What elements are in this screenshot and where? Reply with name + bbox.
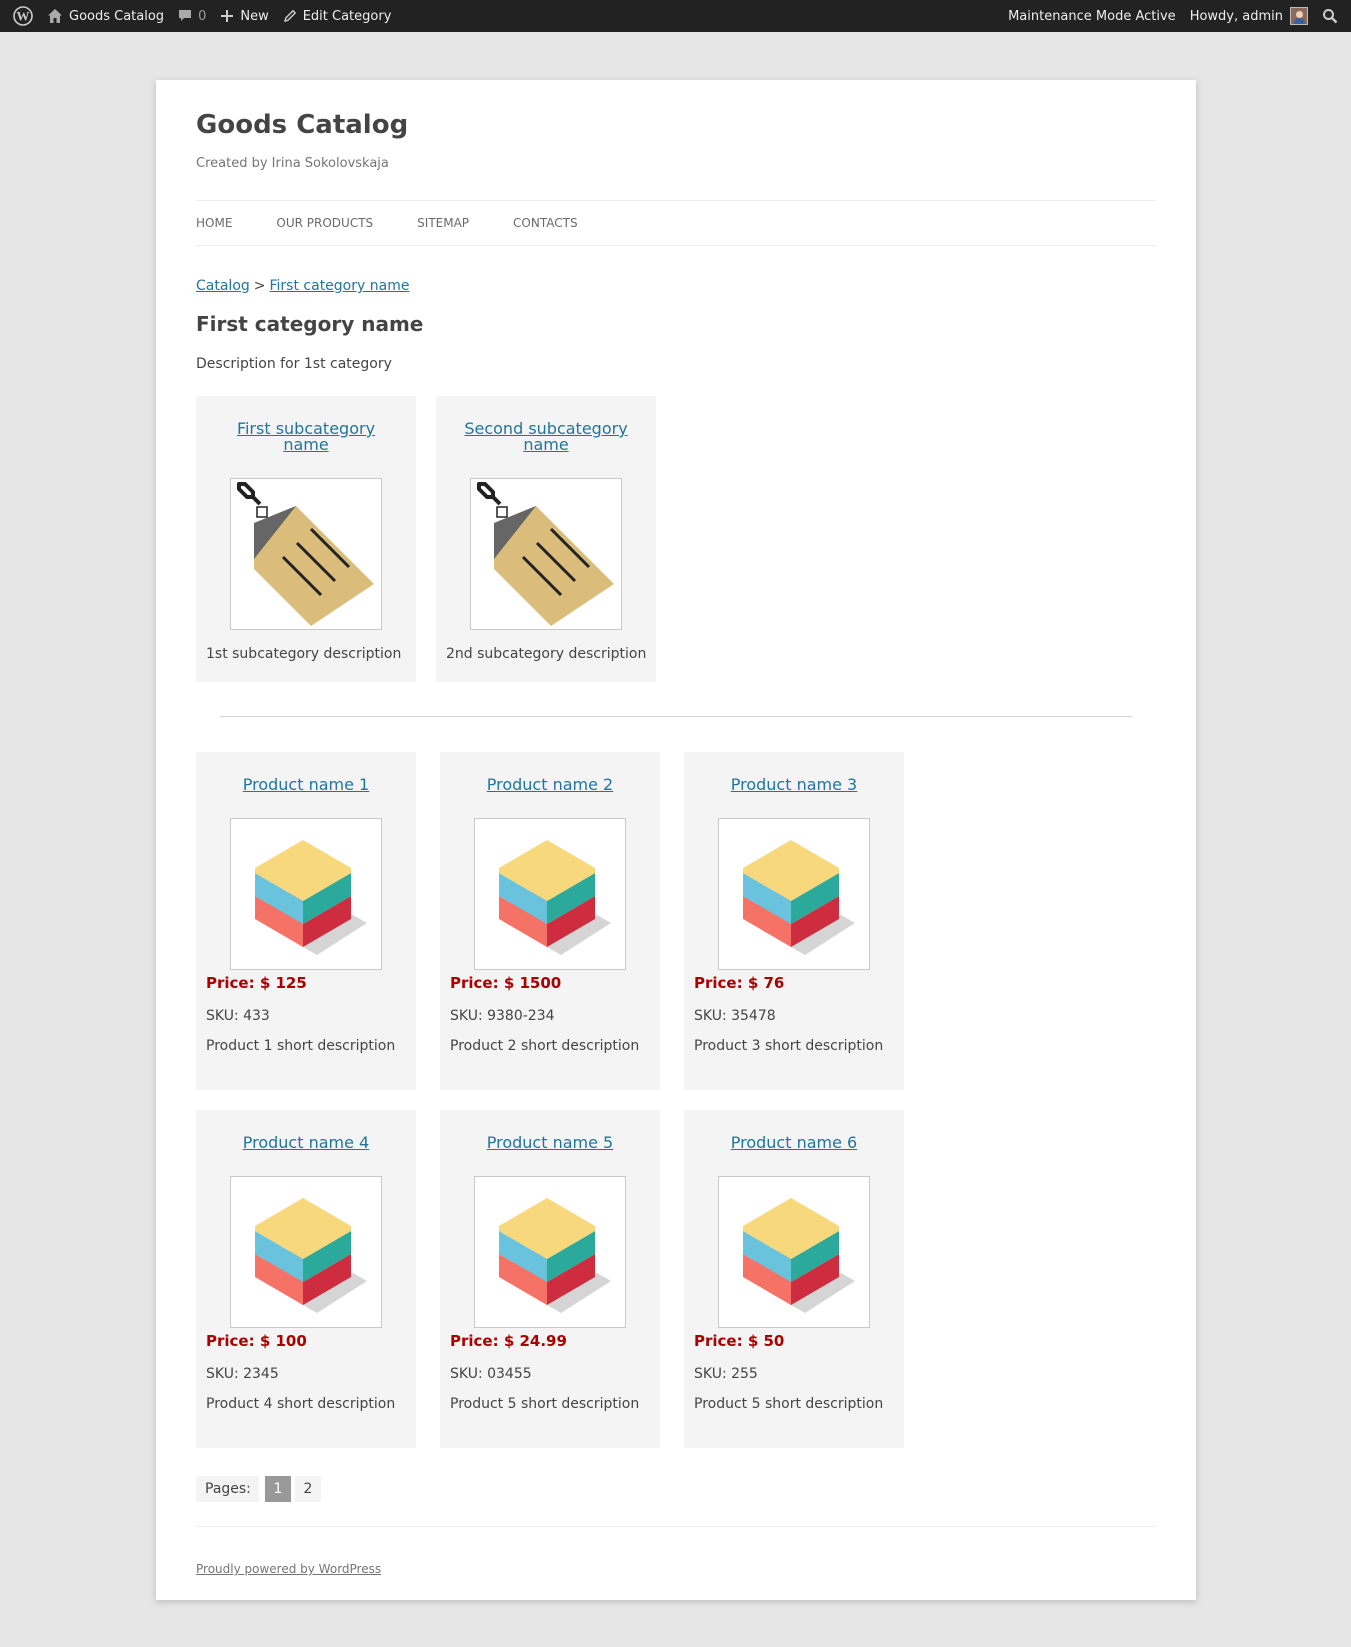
comments-count: 0: [198, 8, 207, 24]
maintenance-label: Maintenance Mode Active: [1008, 8, 1176, 24]
admin-bar: W Goods Catalog 0 New Edit Category Main…: [0, 0, 1351, 32]
subcategory-title-line: name: [523, 435, 569, 454]
site-title[interactable]: Goods Catalog: [196, 110, 408, 140]
footer-credit-link[interactable]: Proudly powered by WordPress: [196, 1562, 381, 1576]
pencil-icon: [283, 9, 296, 22]
box-icon: [255, 840, 367, 955]
product-description: Product 5 short description: [694, 1396, 884, 1412]
product-image[interactable]: [718, 818, 870, 970]
product-sku: SKU: 35478: [694, 1008, 776, 1024]
price-tag-icon: [477, 482, 614, 626]
subcategory-image[interactable]: [470, 478, 622, 630]
product-description: Product 2 short description: [450, 1038, 640, 1054]
box-icon: [743, 1198, 855, 1313]
page-number-current: 1: [264, 1476, 291, 1502]
nav-item-contacts[interactable]: CONTACTS: [513, 216, 578, 230]
edit-category-link[interactable]: Edit Category: [276, 0, 399, 32]
product-price: Price: $ 24.99: [450, 1332, 567, 1350]
subcategory-card: Second subcategory name 2nd subcategory …: [436, 396, 656, 682]
product-price: Price: $ 125: [206, 974, 307, 992]
product-description: Product 1 short description: [206, 1038, 396, 1054]
howdy-label: Howdy, admin: [1189, 8, 1283, 24]
subcategory-card: First subcategory name 1st subcategory d…: [196, 396, 416, 682]
product-title-link[interactable]: Product name 1: [196, 777, 416, 793]
maintenance-mode-notice[interactable]: Maintenance Mode Active: [1001, 0, 1183, 32]
nav-item-our-products[interactable]: OUR PRODUCTS: [276, 216, 373, 230]
subcategory-description: 1st subcategory description: [206, 646, 402, 662]
box-icon: [499, 1198, 611, 1313]
product-title-link[interactable]: Product name 5: [440, 1135, 660, 1151]
product-image[interactable]: [718, 1176, 870, 1328]
avatar: [1290, 7, 1308, 25]
product-description: Product 3 short description: [694, 1038, 884, 1054]
divider: [220, 716, 1132, 717]
product-description: Product 5 short description: [450, 1396, 640, 1412]
product-card: Product name 5 Price: $ 24.99 SKU: 03455…: [440, 1110, 660, 1448]
product-description: Product 4 short description: [206, 1396, 396, 1412]
product-card: Product name 6 Price: $ 50 SKU: 255 Prod…: [684, 1110, 904, 1448]
site-name-link[interactable]: Goods Catalog: [40, 0, 171, 32]
product-image[interactable]: [230, 1176, 382, 1328]
product-price: Price: $ 1500: [450, 974, 562, 992]
nav-item-sitemap[interactable]: SITEMAP: [417, 216, 469, 230]
subcategory-title-link[interactable]: First subcategory name: [196, 421, 416, 453]
product-price: Price: $ 76: [694, 974, 785, 992]
page-title: First category name: [196, 312, 424, 336]
wordpress-logo-icon[interactable]: W: [6, 0, 40, 32]
product-sku: SKU: 03455: [450, 1366, 532, 1382]
page-container: Goods Catalog Created by Irina Sokolovsk…: [156, 80, 1196, 1600]
product-title-link[interactable]: Product name 6: [684, 1135, 904, 1151]
comment-bubble-icon: [179, 10, 192, 21]
box-icon: [499, 840, 611, 955]
main-navigation: HOME OUR PRODUCTS SITEMAP CONTACTS: [196, 200, 1156, 246]
product-sku: SKU: 433: [206, 1008, 270, 1024]
my-account-menu[interactable]: Howdy, admin: [1183, 0, 1315, 32]
subcategory-image[interactable]: [230, 478, 382, 630]
footer-divider: [196, 1526, 1156, 1527]
search-icon: [1323, 9, 1338, 24]
breadcrumb: Catalog > First category name: [196, 278, 409, 294]
product-sku: SKU: 2345: [206, 1366, 279, 1382]
subcategory-title-line: name: [283, 435, 329, 454]
home-icon: [48, 9, 62, 23]
pagination-label: Pages:: [196, 1476, 259, 1502]
product-sku: SKU: 9380-234: [450, 1008, 555, 1024]
svg-text:W: W: [17, 9, 30, 24]
product-title-link[interactable]: Product name 2: [440, 777, 660, 793]
plus-icon: [221, 10, 234, 22]
site-name-label: Goods Catalog: [69, 8, 165, 24]
price-tag-icon: [237, 482, 374, 626]
product-sku: SKU: 255: [694, 1366, 758, 1382]
box-icon: [743, 840, 855, 955]
category-description: Description for 1st category: [196, 356, 392, 372]
breadcrumb-current-link[interactable]: First category name: [270, 278, 410, 294]
page-number-link[interactable]: 2: [294, 1476, 321, 1502]
pagination: Pages: 1 2: [196, 1476, 321, 1502]
product-title-link[interactable]: Product name 4: [196, 1135, 416, 1151]
nav-item-home[interactable]: HOME: [196, 216, 232, 230]
product-title-link[interactable]: Product name 3: [684, 777, 904, 793]
product-image[interactable]: [230, 818, 382, 970]
box-icon: [255, 1198, 367, 1313]
product-card: Product name 2 Price: $ 1500 SKU: 9380-2…: [440, 752, 660, 1090]
comments-link[interactable]: 0: [171, 0, 213, 32]
product-card: Product name 1 Price: $ 125 SKU: 433 Pro…: [196, 752, 416, 1090]
edit-category-label: Edit Category: [302, 8, 392, 24]
breadcrumb-separator: >: [253, 278, 266, 294]
product-card: Product name 4 Price: $ 100 SKU: 2345 Pr…: [196, 1110, 416, 1448]
product-price: Price: $ 50: [694, 1332, 785, 1350]
subcategory-description: 2nd subcategory description: [446, 646, 647, 662]
admin-search-button[interactable]: [1315, 0, 1345, 32]
new-content-link[interactable]: New: [213, 0, 275, 32]
breadcrumb-catalog-link[interactable]: Catalog: [196, 278, 250, 294]
site-description: Created by Irina Sokolovskaja: [196, 156, 389, 171]
subcategory-title-link[interactable]: Second subcategory name: [436, 421, 656, 453]
product-image[interactable]: [474, 1176, 626, 1328]
product-price: Price: $ 100: [206, 1332, 307, 1350]
product-card: Product name 3 Price: $ 76 SKU: 35478 Pr…: [684, 752, 904, 1090]
new-label: New: [240, 8, 269, 24]
product-image[interactable]: [474, 818, 626, 970]
